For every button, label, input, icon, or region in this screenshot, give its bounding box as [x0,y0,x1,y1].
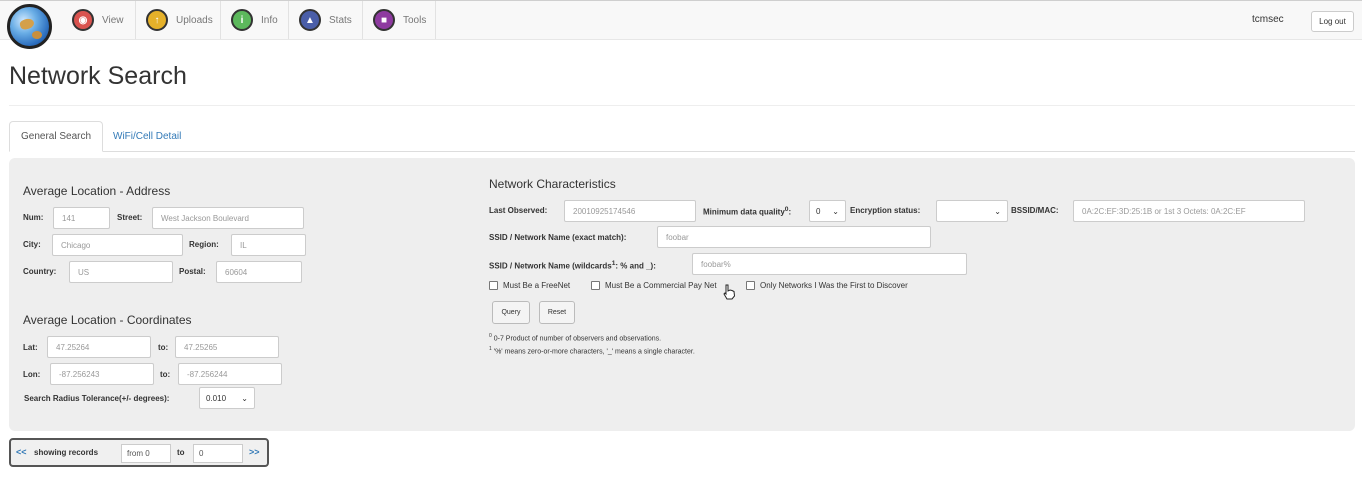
nav-item-label: Tools [403,14,427,26]
ssid-exact-input[interactable]: foobar [657,226,931,248]
records-pager: << showing records from 0 to 0 >> [9,438,269,467]
lat-from-input[interactable]: 47.25264 [47,336,151,358]
network-section-title: Network Characteristics [489,177,616,191]
divider [9,105,1355,106]
page-title: Network Search [9,62,187,90]
country-label: Country: [23,267,57,276]
logout-button[interactable]: Log out [1311,11,1354,32]
first-discover-checkbox-label: Only Networks I Was the First to Discove… [760,281,908,290]
chevron-down-icon: ⌄ [832,206,839,216]
nav-item-label: Info [261,14,278,26]
footnote-1: 1 '%' means zero-or-more characters, '_'… [489,346,695,356]
bssid-label: BSSID/MAC: [1011,206,1059,215]
tab-wifi-cell-detail[interactable]: WiFi/Cell Detail [102,121,192,152]
nav-item-label: Stats [329,14,352,26]
freenet-checkbox-label: Must Be a FreeNet [503,281,571,290]
min-quality-label: Minimum data quality0: [703,206,792,217]
lon-to-input[interactable]: -87.256244 [178,363,282,385]
nav-item-view[interactable]: ◉ View [62,1,136,39]
street-label: Street: [117,213,143,222]
city-input[interactable]: Chicago [52,234,183,256]
region-input[interactable]: IL [231,234,306,256]
last-observed-input[interactable]: 20010925174546 [564,200,696,222]
view-icon: ◉ [72,9,94,31]
checkbox-box[interactable] [591,281,600,290]
region-label: Region: [189,240,219,249]
username[interactable]: tcmsec [1252,14,1284,25]
radius-select-value: 0.010 [206,393,227,403]
lon-label: Lon: [23,370,41,379]
ssid-wildcard-label: SSID / Network Name (wildcards1: % and _… [489,260,656,271]
lat-to-input[interactable]: 47.25265 [175,336,279,358]
nav-item-uploads[interactable]: ↑ Uploads [136,1,221,39]
ssid-exact-label: SSID / Network Name (exact match): [489,233,627,242]
radius-select[interactable]: 0.010 ⌄ [199,387,255,409]
nav-item-label: Uploads [176,14,213,26]
postal-input[interactable]: 60604 [216,261,302,283]
min-quality-value: 0 [816,206,821,216]
street-input[interactable]: West Jackson Boulevard [152,207,304,229]
lon-to-label: to: [160,370,171,379]
encryption-label: Encryption status: [850,206,921,215]
num-input[interactable]: 141 [53,207,110,229]
min-quality-select[interactable]: 0 ⌄ [809,200,846,222]
commercial-paynet-checkbox-label: Must Be a Commercial Pay Net [605,281,717,290]
globe-logo-icon[interactable] [7,4,52,49]
records-to-label: to [177,448,185,457]
address-section-title: Average Location - Address [23,184,171,198]
bssid-input[interactable]: 0A:2C:EF:3D:25:1B or 1st 3 Octets: 0A:2C… [1073,200,1305,222]
nav-item-info[interactable]: i Info [221,1,289,39]
radius-label: Search Radius Tolerance(+/- degrees): [24,394,170,403]
checkbox-box[interactable] [746,281,755,290]
records-from-input[interactable]: from 0 [121,444,171,463]
top-navbar: ◉ View ↑ Uploads i Info ▲ Stats ■ Tools … [0,0,1362,49]
tools-icon: ■ [373,9,395,31]
last-observed-label: Last Observed: [489,206,548,215]
info-icon: i [231,9,253,31]
records-to-input[interactable]: 0 [193,444,243,463]
footnote-0-marker: 0 [784,206,789,213]
country-input[interactable]: US [69,261,173,283]
postal-label: Postal: [179,267,206,276]
num-label: Num: [23,213,44,222]
nav-item-stats[interactable]: ▲ Stats [289,1,363,39]
tabs-baseline [9,151,1355,152]
search-form-panel: Average Location - Address Num: 141 Stre… [9,158,1355,431]
tab-general-search[interactable]: General Search [9,121,104,152]
first-discover-checkbox[interactable]: Only Networks I Was the First to Discove… [746,281,908,290]
stats-icon: ▲ [299,9,321,31]
nav-item-tools[interactable]: ■ Tools [363,1,436,39]
chevron-down-icon: ⌄ [241,393,248,403]
lon-from-input[interactable]: -87.256243 [50,363,154,385]
lat-to-label: to: [158,343,169,352]
nav-item-label: View [102,14,124,26]
coordinates-section-title: Average Location - Coordinates [23,313,192,327]
freenet-checkbox[interactable]: Must Be a FreeNet [489,281,570,290]
hand-cursor-icon [723,284,736,300]
encryption-select[interactable]: ⌄ [936,200,1008,222]
ssid-wildcard-input[interactable]: foobar% [692,253,967,275]
next-page-link[interactable]: >> [249,447,260,457]
footnote-0: 0 0-7 Product of number of observers and… [489,333,662,343]
showing-records-label: showing records [34,448,99,457]
city-label: City: [23,240,41,249]
prev-page-link[interactable]: << [16,447,27,457]
query-button[interactable]: Query [492,301,530,324]
uploads-icon: ↑ [146,9,168,31]
checkbox-box[interactable] [489,281,498,290]
reset-button[interactable]: Reset [539,301,575,324]
lat-label: Lat: [23,343,38,352]
chevron-down-icon: ⌄ [994,206,1001,216]
commercial-paynet-checkbox[interactable]: Must Be a Commercial Pay Net [591,281,717,290]
